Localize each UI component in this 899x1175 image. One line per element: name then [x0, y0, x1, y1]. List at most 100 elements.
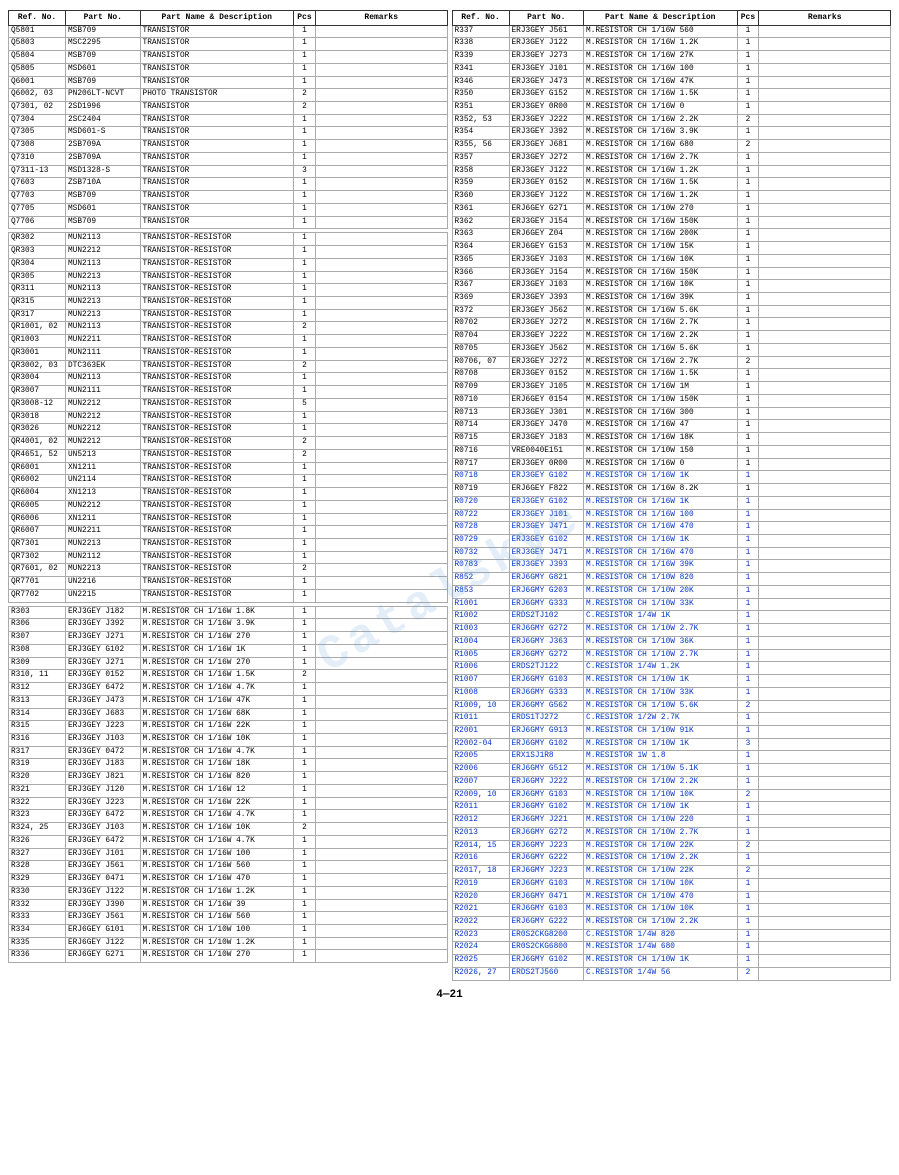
- cell-desc: TRANSISTOR-RESISTOR: [140, 347, 293, 360]
- table-row: R312ERJ3GEY 6472M.RESISTOR CH 1/16W 4.7K…: [9, 683, 448, 696]
- cell-partno: ERJ3GEY J103: [509, 280, 584, 293]
- cell-desc: TRANSISTOR-RESISTOR: [140, 424, 293, 437]
- cell-partno: ERJ3GEY J122: [509, 38, 584, 51]
- table-row: R0722ERJ3GEY J101M.RESISTOR CH 1/16W 100…: [452, 509, 891, 522]
- cell-pcs: 1: [294, 848, 316, 861]
- cell-partno: DTC363EK: [66, 360, 141, 373]
- cell-pcs: 1: [737, 891, 759, 904]
- cell-pcs: 1: [294, 589, 316, 602]
- cell-partno: MUN2211: [66, 335, 141, 348]
- table-row: QR3018MUN2212TRANSISTOR-RESISTOR1: [9, 411, 448, 424]
- cell-desc: TRANSISTOR: [140, 102, 293, 115]
- cell-remarks: [759, 598, 891, 611]
- table-row: R0714ERJ3GEY J470M.RESISTOR CH 1/16W 471: [452, 420, 891, 433]
- cell-pcs: 1: [737, 445, 759, 458]
- table-row: QR6004XN1213TRANSISTOR-RESISTOR1: [9, 488, 448, 501]
- cell-pcs: 1: [294, 284, 316, 297]
- table-row: QR302MUN2113TRANSISTOR-RESISTOR1: [9, 233, 448, 246]
- cell-remarks: [759, 356, 891, 369]
- cell-remarks: [315, 759, 447, 772]
- cell-pcs: 1: [737, 598, 759, 611]
- table-row: R2002-04ERJ6GMY G102M.RESISTOR CH 1/10W …: [452, 738, 891, 751]
- cell-pcs: 1: [737, 496, 759, 509]
- table-row: R0718ERJ3GEY G102M.RESISTOR CH 1/16W 1K1: [452, 471, 891, 484]
- table-row: R315ERJ3GEY J223M.RESISTOR CH 1/16W 22K1: [9, 721, 448, 734]
- cell-desc: M.RESISTOR CH 1/16W 560: [140, 912, 293, 925]
- cell-pcs: 1: [294, 784, 316, 797]
- table-row: Q7603ZSB710ATRANSISTOR1: [9, 178, 448, 191]
- cell-remarks: [759, 152, 891, 165]
- cell-refno: R364: [452, 242, 509, 255]
- cell-partno: ERJ3GEY J301: [509, 407, 584, 420]
- cell-desc: TRANSISTOR-RESISTOR: [140, 538, 293, 551]
- cell-desc: M.RESISTOR CH 1/16W 1.5K: [584, 178, 737, 191]
- cell-pcs: 1: [294, 76, 316, 89]
- cell-refno: QR6006: [9, 513, 66, 526]
- tables-container: Ref. No. Part No. Part Name & Descriptio…: [8, 10, 891, 981]
- cell-remarks: [315, 411, 447, 424]
- cell-pcs: 1: [737, 929, 759, 942]
- table-row: Q7706MSB709TRANSISTOR1: [9, 216, 448, 229]
- cell-desc: M.RESISTOR CH 1/10W 100: [140, 925, 293, 938]
- cell-refno: R0713: [452, 407, 509, 420]
- table-row: QR4001, 02MUN2212TRANSISTOR-RESISTOR2: [9, 437, 448, 450]
- cell-pcs: 2: [737, 114, 759, 127]
- cell-refno: Q6001: [9, 76, 66, 89]
- cell-refno: R2026, 27: [452, 967, 509, 980]
- cell-refno: R1009, 10: [452, 700, 509, 713]
- cell-pcs: 2: [294, 823, 316, 836]
- cell-refno: QR317: [9, 309, 66, 322]
- cell-pcs: 1: [737, 815, 759, 828]
- cell-partno: ERJ3GEY J561: [66, 861, 141, 874]
- cell-refno: R1001: [452, 598, 509, 611]
- cell-remarks: [759, 573, 891, 586]
- table-row: R327ERJ3GEY J101M.RESISTOR CH 1/16W 1001: [9, 848, 448, 861]
- cell-remarks: [759, 917, 891, 930]
- cell-refno: Q5804: [9, 51, 66, 64]
- cell-desc: TRANSISTOR-RESISTOR: [140, 577, 293, 590]
- table-row: R0728ERJ3GEY J471M.RESISTOR CH 1/16W 470…: [452, 522, 891, 535]
- table-row: R372ERJ3GEY J562M.RESISTOR CH 1/16W 5.6K…: [452, 305, 891, 318]
- cell-remarks: [315, 823, 447, 836]
- table-row: R352, 53ERJ3GEY J222M.RESISTOR CH 1/16W …: [452, 114, 891, 127]
- cell-partno: ERJ6GMY G333: [509, 687, 584, 700]
- cell-partno: ERX1SJ1R8: [509, 751, 584, 764]
- cell-remarks: [315, 746, 447, 759]
- cell-desc: TRANSISTOR-RESISTOR: [140, 246, 293, 259]
- right-header-refno: Ref. No.: [452, 11, 509, 26]
- cell-refno: R2011: [452, 802, 509, 815]
- cell-desc: TRANSISTOR: [140, 114, 293, 127]
- cell-remarks: [759, 191, 891, 204]
- cell-refno: QR7702: [9, 589, 66, 602]
- cell-partno: ERJ6GMY G102: [509, 738, 584, 751]
- table-row: R2017, 18ERJ6GMY J223M.RESISTOR CH 1/10W…: [452, 866, 891, 879]
- table-row: QR7701UN2216TRANSISTOR-RESISTOR1: [9, 577, 448, 590]
- cell-desc: M.RESISTOR CH 1/10W 270: [140, 950, 293, 963]
- cell-remarks: [759, 407, 891, 420]
- table-row: R1001ERJ6GMY G333M.RESISTOR CH 1/10W 33K…: [452, 598, 891, 611]
- cell-partno: UN2114: [66, 475, 141, 488]
- cell-desc: M.RESISTOR CH 1/10W 10K: [584, 878, 737, 891]
- cell-desc: M.RESISTOR CH 1/10W 22K: [584, 840, 737, 853]
- cell-partno: ERJ3GEY J183: [509, 433, 584, 446]
- cell-desc: M.RESISTOR CH 1/10W 1K: [584, 955, 737, 968]
- cell-refno: R328: [9, 861, 66, 874]
- cell-partno: ERJ3GEY 0152: [509, 369, 584, 382]
- cell-pcs: 1: [737, 713, 759, 726]
- cell-pcs: 1: [294, 411, 316, 424]
- cell-partno: ERJ3GEY J122: [509, 191, 584, 204]
- cell-desc: M.RESISTOR CH 1/10W 33K: [584, 687, 737, 700]
- table-row: R0720ERJ3GEY G102M.RESISTOR CH 1/16W 1K1: [452, 496, 891, 509]
- cell-desc: C.RESISTOR 1/4W 56: [584, 967, 737, 980]
- cell-remarks: [315, 271, 447, 284]
- cell-pcs: 1: [737, 764, 759, 777]
- cell-refno: QR3001: [9, 347, 66, 360]
- cell-remarks: [315, 683, 447, 696]
- cell-remarks: [759, 445, 891, 458]
- cell-refno: QR1003: [9, 335, 66, 348]
- cell-remarks: [759, 534, 891, 547]
- cell-refno: R0718: [452, 471, 509, 484]
- cell-remarks: [315, 513, 447, 526]
- cell-refno: R367: [452, 280, 509, 293]
- cell-desc: C.RESISTOR 1/4W 820: [584, 929, 737, 942]
